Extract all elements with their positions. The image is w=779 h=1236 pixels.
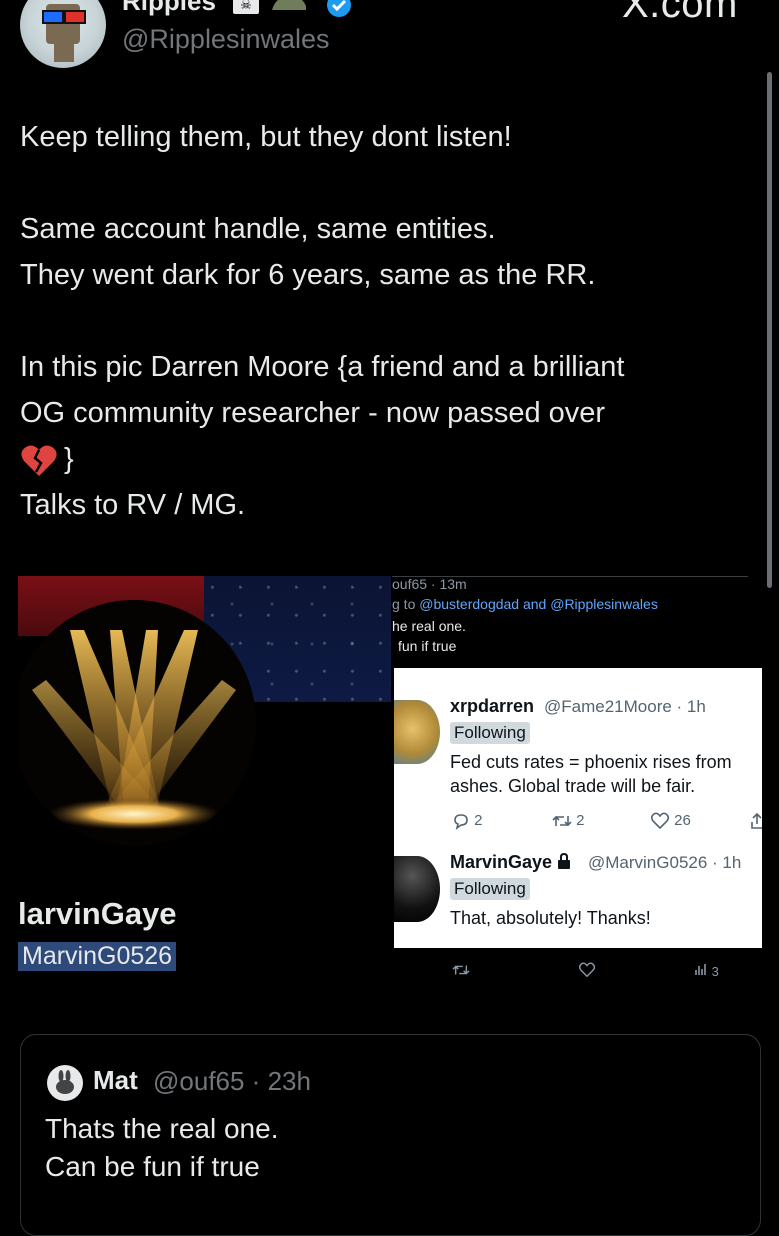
retweet-count: 2 (576, 812, 585, 829)
replying-to-mentions[interactable]: @busterdogdad and @Ripplesinwales (419, 596, 658, 612)
author-handle[interactable]: @Ripplesinwales (122, 24, 330, 55)
views-button[interactable]: 3 (694, 962, 719, 979)
rabbit-icon (56, 1070, 74, 1094)
retweet-icon (452, 965, 470, 975)
like-icon (578, 962, 596, 978)
avatar-glasses-right (64, 10, 86, 24)
darren-avatar[interactable] (394, 700, 440, 764)
views-chart-icon (695, 964, 706, 975)
tweet-text-line: Same account handle, same entities. (20, 213, 496, 245)
marvin-profile-photo (18, 600, 256, 846)
views-count: 3 (711, 964, 719, 979)
replying-to-prefix: g to (392, 596, 416, 612)
quote-text-line: Can be fun if true (45, 1151, 260, 1182)
broken-heart-icon (21, 445, 57, 476)
retweet-icon (552, 815, 572, 827)
tweet-text-line: Talks to RV / MG. (20, 489, 246, 521)
share-icon (751, 812, 762, 829)
marvin-name-text: MarvinGaye (450, 852, 553, 872)
tweet-image-right[interactable]: ouf65 · 13m g to @busterdogdad and @Ripp… (392, 576, 768, 996)
darren-tweet-text: ashes. Global trade will be fair. (450, 776, 696, 796)
like-count: 26 (674, 812, 691, 829)
retweet-button[interactable] (452, 962, 470, 981)
like-icon (650, 812, 670, 830)
marvin-tweet-text: That, absolutely! Thanks! (450, 908, 651, 928)
scrollbar[interactable] (767, 72, 772, 588)
tweet-text-line: They went dark for 6 years, same as the … (20, 259, 596, 291)
retweet-button[interactable]: 2 (552, 812, 585, 830)
tweet-text-line: Keep telling them, but they dont listen! (20, 121, 512, 153)
avatar-neck (54, 42, 74, 62)
reply-button[interactable]: 2 (452, 812, 483, 831)
reply-text-line: fun if true (398, 638, 457, 654)
like-button[interactable]: 26 (650, 812, 691, 830)
profile-handle-highlighted: MarvinG0526 (18, 942, 177, 971)
quote-author-handle[interactable]: @ouf65 · 23h (153, 1066, 311, 1097)
marvin-display-name[interactable]: MarvinGaye (450, 852, 571, 873)
embedded-tweet-card: xrpdarren @Fame21Moore · 1h Following Fe… (394, 668, 762, 948)
profile-display-name: larvinGaye (18, 896, 177, 931)
spotlight-stage-icon (18, 600, 256, 846)
reply-meta: ouf65 · 13m (392, 576, 467, 592)
tweet-text-line: } (64, 443, 74, 475)
verified-badge-icon (327, 0, 351, 17)
following-badge[interactable]: Following (450, 722, 530, 744)
darren-tweet-text: Fed cuts rates = phoenix rises from (450, 752, 732, 772)
following-badge[interactable]: Following (450, 878, 530, 900)
lock-icon (558, 852, 571, 869)
replying-to-line: g to @busterdogdad and @Ripplesinwales (392, 596, 658, 612)
tweet-text-line: OG community researcher - now passed ove… (20, 397, 606, 429)
quoted-tweet-card[interactable]: Mat @ouf65 · 23h Thats the real one. Can… (20, 1034, 761, 1236)
like-button[interactable] (578, 962, 596, 981)
share-button[interactable] (750, 812, 762, 830)
site-watermark: X.com (622, 0, 738, 26)
quote-text-line: Thats the real one. (45, 1113, 279, 1144)
tweet-image-left[interactable]: larvinGaye MarvinG0526 (18, 576, 391, 988)
quote-author-name[interactable]: Mat (93, 1065, 138, 1096)
avatar-glasses-left (42, 10, 64, 24)
tweet-text-line: In this pic Darren Moore {a friend and a… (20, 351, 625, 383)
marvin-avatar[interactable] (394, 856, 440, 922)
darren-display-name[interactable]: xrpdarren (450, 696, 534, 717)
author-avatar[interactable] (20, 0, 106, 68)
helmet-icon (272, 0, 306, 10)
reply-count: 2 (474, 812, 483, 829)
quote-author-avatar[interactable] (47, 1065, 83, 1101)
reply-icon (454, 814, 468, 831)
pirate-flag-icon: ☠ (233, 0, 259, 14)
darren-handle[interactable]: @Fame21Moore · 1h (544, 697, 706, 717)
marvin-handle[interactable]: @MarvinG0526 · 1h (588, 853, 741, 873)
author-display-name[interactable]: Ripples (122, 0, 216, 17)
reply-text-line: he real one. (392, 618, 466, 634)
